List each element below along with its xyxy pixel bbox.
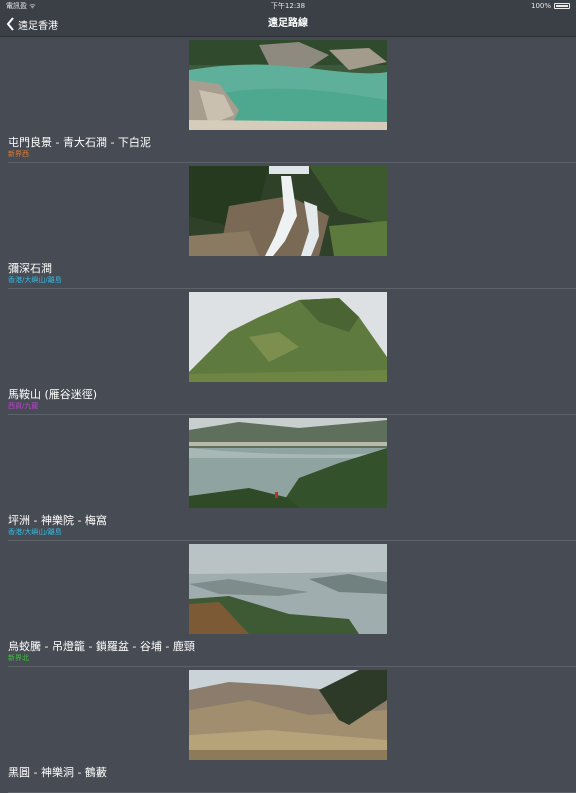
route-region: 西貢/九龍: [8, 402, 39, 410]
battery-status: 100%: [531, 0, 570, 12]
grassland-hills-photo: [189, 670, 387, 760]
route-title: 屯門良景 - 青大石澗 - 下白泥: [8, 136, 151, 149]
page-title: 遠足路線: [268, 18, 308, 29]
mountain-peak-photo: [189, 292, 387, 382]
stream-pool-photo: [189, 40, 387, 130]
route-item[interactable]: 坪洲 - 神樂院 - 梅窩 香港/大嶼山/離島: [0, 415, 576, 541]
route-item[interactable]: 黑圓 - 神樂洞 - 鶴藪: [0, 667, 576, 793]
route-region: 香港/大嶼山/離島: [8, 528, 62, 536]
status-bar: 電訊盈 ᯤ 下午12:38 100%: [0, 0, 576, 12]
route-item[interactable]: 彌深石澗 香港/大嶼山/離島: [0, 163, 576, 289]
navigation-bar: 遠足香港 遠足路線: [0, 12, 576, 37]
route-title: 坪洲 - 神樂院 - 梅窩: [8, 514, 107, 527]
bay-view-photo: [189, 418, 387, 508]
route-region: 新界西: [8, 150, 29, 158]
route-region: 香港/大嶼山/離島: [8, 276, 62, 284]
battery-icon: [554, 3, 570, 9]
route-item[interactable]: 屯門良景 - 青大石澗 - 下白泥 新界西: [0, 37, 576, 163]
route-title: 黑圓 - 神樂洞 - 鶴藪: [8, 766, 107, 779]
route-region: 新界北: [8, 654, 29, 662]
status-time: 下午12:38: [270, 2, 306, 10]
route-item[interactable]: 馬鞍山 (雁谷迷徑) 西貢/九龍: [0, 289, 576, 415]
waterfall-photo: [189, 166, 387, 256]
route-title: 馬鞍山 (雁谷迷徑): [8, 388, 98, 401]
route-title: 烏蛟騰 - 吊燈籠 - 鎖羅盆 - 谷埔 - 鹿頸: [8, 640, 195, 653]
route-item[interactable]: 烏蛟騰 - 吊燈籠 - 鎖羅盆 - 谷埔 - 鹿頸 新界北: [0, 541, 576, 667]
battery-percent: 100%: [530, 2, 551, 10]
route-title: 彌深石澗: [8, 262, 52, 275]
route-list: 屯門良景 - 青大石澗 - 下白泥 新界西 彌深石澗 香港/大嶼山/離島 馬鞍山…: [0, 37, 576, 793]
misty-islands-photo: [189, 544, 387, 634]
